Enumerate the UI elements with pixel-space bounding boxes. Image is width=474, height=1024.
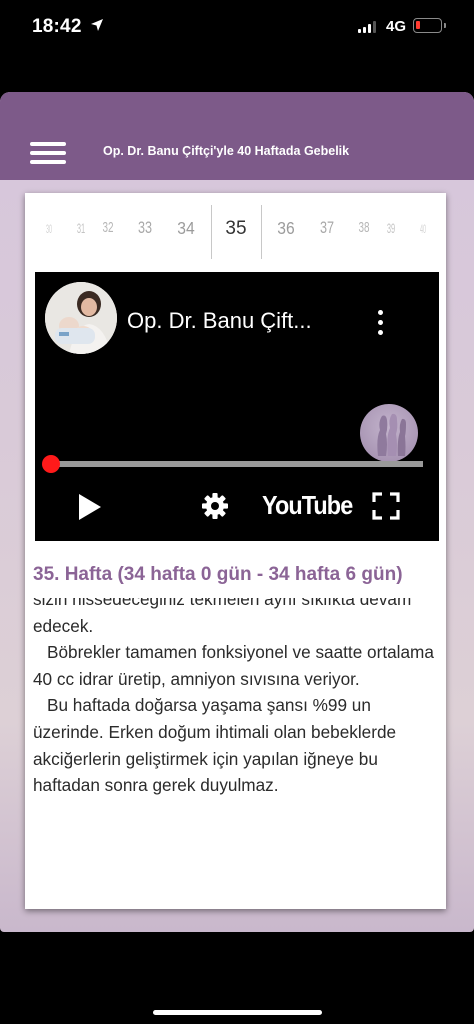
progress-handle[interactable] <box>42 455 60 473</box>
hamburger-menu-icon[interactable] <box>30 142 66 164</box>
network-type: 4G <box>386 18 407 35</box>
week-option-31[interactable]: 31 <box>77 221 85 235</box>
week-option-33[interactable]: 33 <box>138 220 152 236</box>
week-option-38[interactable]: 38 <box>358 221 369 236</box>
location-arrow-icon <box>90 18 104 37</box>
week-picker[interactable]: 30 31 32 33 34 35 36 37 38 39 40 <box>25 203 446 259</box>
youtube-logo[interactable]: YouTube <box>262 490 353 521</box>
week-divider-left <box>211 205 212 259</box>
paragraph: sizin hissedeceğiniz tekmeleri aynı sıkl… <box>33 598 412 636</box>
week-option-32[interactable]: 32 <box>103 221 114 236</box>
nav-title: Op. Dr. Banu Çiftçi'yle 40 Haftada Gebel… <box>103 144 350 158</box>
week-heading: 35. Hafta (34 hafta 0 gün - 34 hafta 6 g… <box>33 564 403 585</box>
nav-bar: Op. Dr. Banu Çiftçi'yle 40 Haftada Gebel… <box>0 92 474 180</box>
week-option-30[interactable]: 30 <box>46 223 52 235</box>
progress-track[interactable] <box>51 461 423 467</box>
week-option-40[interactable]: 40 <box>420 223 426 235</box>
week-option-35[interactable]: 35 <box>225 219 246 238</box>
play-icon[interactable] <box>77 493 103 521</box>
video-player[interactable]: Op. Dr. Banu Çift... YouTube <box>35 272 439 541</box>
cellular-signal-icon <box>358 21 376 33</box>
week-option-37[interactable]: 37 <box>320 220 334 236</box>
paragraph: Bu haftada doğarsa yaşama şansı %99 un ü… <box>33 695 397 796</box>
gear-icon[interactable] <box>200 491 230 521</box>
week-option-34[interactable]: 34 <box>177 219 194 238</box>
article-body[interactable]: sizin hissedeceğiniz tekmeleri aynı sıkl… <box>33 598 437 889</box>
channel-avatar[interactable] <box>45 282 117 354</box>
home-indicator[interactable] <box>153 1010 322 1015</box>
week-divider-right <box>261 205 262 259</box>
status-bar: 18:42 4G <box>0 0 474 56</box>
paragraph: Böbrekler tamamen fonksiyonel ve saatte … <box>33 642 434 689</box>
video-title: Op. Dr. Banu Çift... <box>127 308 312 333</box>
more-options-icon[interactable] <box>370 308 390 338</box>
app-window: Op. Dr. Banu Çiftçi'yle 40 Haftada Gebel… <box>0 92 474 932</box>
fullscreen-icon[interactable] <box>371 491 401 521</box>
status-time: 18:42 <box>32 16 82 37</box>
week-option-39[interactable]: 39 <box>387 221 395 235</box>
channel-watermark[interactable] <box>360 404 418 462</box>
week-option-36[interactable]: 36 <box>277 219 294 238</box>
battery-icon <box>413 18 446 33</box>
content-card: 30 31 32 33 34 35 36 37 38 39 40 Op. Dr. Banu Çift… <box>25 193 446 909</box>
